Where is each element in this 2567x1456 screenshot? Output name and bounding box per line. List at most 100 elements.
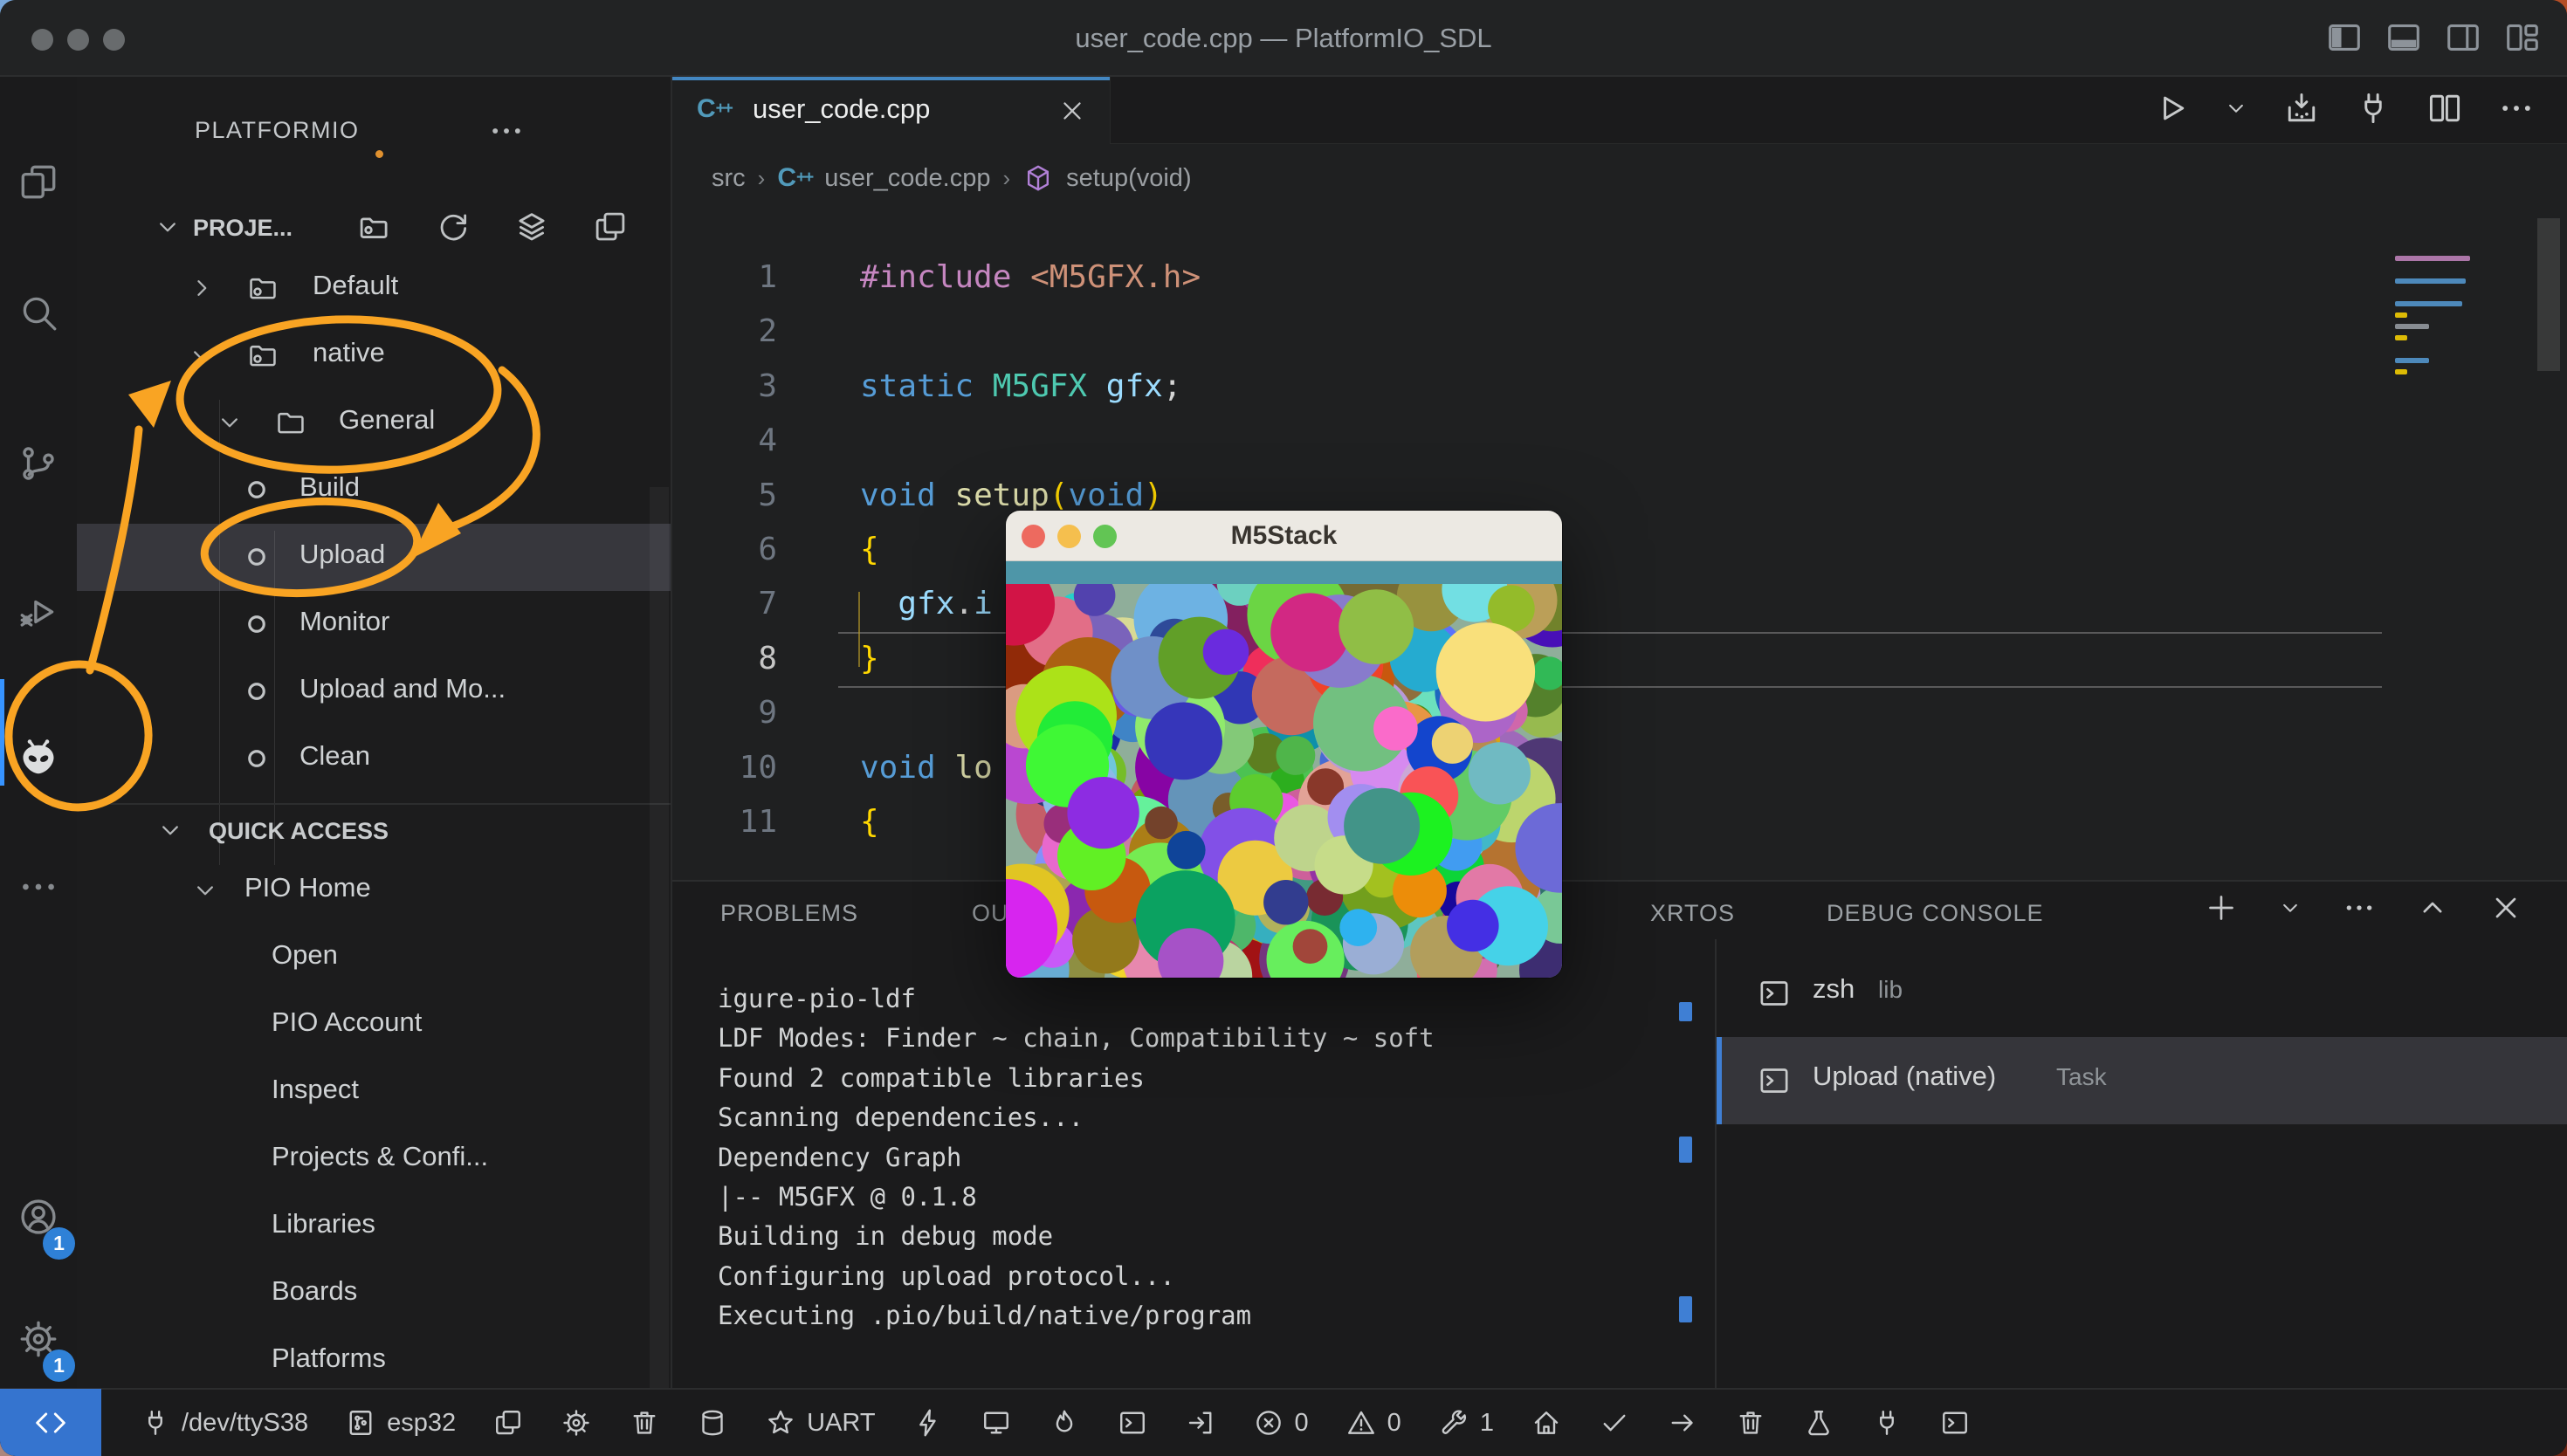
- activity-platformio[interactable]: [0, 711, 77, 807]
- status-beaker[interactable]: [1803, 1407, 1834, 1439]
- minimap-line: [2395, 324, 2429, 329]
- editor-scrollbar[interactable]: [2537, 218, 2560, 371]
- close-panel-button-icon[interactable]: [2488, 890, 2523, 925]
- terminal-decoration: [1679, 1137, 1692, 1163]
- panel-tab-problems[interactable]: PROBLEMS: [720, 892, 858, 934]
- more-h-panel-button-icon[interactable]: [2342, 890, 2377, 925]
- panel-tab-xrtos[interactable]: XRTOS: [1650, 892, 1735, 934]
- layout-grid-button[interactable]: [2502, 17, 2543, 58]
- quick-access-open[interactable]: Open: [77, 924, 671, 992]
- chev-down-button-icon[interactable]: [2223, 95, 2249, 121]
- layout-left-button[interactable]: [2324, 17, 2364, 58]
- activity-more-h[interactable]: [0, 839, 77, 935]
- tree-item-general[interactable]: General: [77, 389, 671, 457]
- chev-down-icon[interactable]: [153, 212, 182, 242]
- quick-access-inspect[interactable]: Inspect: [77, 1059, 671, 1126]
- status-plug-devttyS38[interactable]: /dev/ttyS38: [140, 1407, 308, 1439]
- status-trash[interactable]: [1735, 1407, 1766, 1439]
- m5stack-traffic-light[interactable]: [1093, 525, 1117, 548]
- line-number: 10: [672, 750, 777, 786]
- quick-access-section[interactable]: QUICK ACCESS: [77, 808, 671, 854]
- tree-item-native[interactable]: native: [77, 322, 671, 389]
- status-check[interactable]: [1599, 1407, 1630, 1439]
- activity-debug[interactable]: [0, 564, 77, 660]
- status-gear[interactable]: [561, 1407, 592, 1439]
- breadcrumb[interactable]: src›C++user_code.cpp›setup(void): [712, 154, 1192, 203]
- remote-indicator-button[interactable]: [0, 1389, 101, 1456]
- activity-scm[interactable]: [0, 416, 77, 512]
- run-button-icon[interactable]: [2151, 89, 2190, 127]
- status-board-esp32[interactable]: esp32: [345, 1407, 456, 1439]
- new-folder-icon[interactable]: [356, 209, 393, 245]
- tab-user-code-cpp[interactable]: C++ user_code.cpp: [672, 77, 1111, 144]
- activity-explorer[interactable]: [0, 134, 77, 230]
- chev-up-panel-button-icon[interactable]: [2415, 890, 2450, 925]
- quick-access-libraries[interactable]: Libraries: [77, 1193, 671, 1260]
- tree-item-default[interactable]: Default: [77, 255, 671, 322]
- chev-down-panel-button-icon[interactable]: [2277, 895, 2303, 921]
- layers-icon[interactable]: [513, 209, 550, 245]
- m5stack-titlebar[interactable]: M5Stack: [1006, 511, 1562, 561]
- debug-icon: [17, 590, 60, 634]
- tree-item-upload-and-mo-[interactable]: Upload and Mo...: [77, 658, 671, 725]
- layout-right-button[interactable]: [2443, 17, 2483, 58]
- status-home[interactable]: [1531, 1407, 1562, 1439]
- panel-tab-debug-console[interactable]: DEBUG CONSOLE: [1827, 892, 2044, 934]
- plug-button-icon[interactable]: [2354, 89, 2392, 127]
- breadcrumb-separator: ›: [758, 165, 766, 192]
- tree-item-upload[interactable]: Upload: [77, 524, 671, 591]
- activity-account[interactable]: 1: [0, 1169, 77, 1265]
- m5stack-traffic-light[interactable]: [1022, 525, 1045, 548]
- status-copy[interactable]: [492, 1407, 524, 1439]
- status-flame[interactable]: [1049, 1407, 1080, 1439]
- refresh-icon[interactable]: [435, 209, 471, 245]
- status-warn-0[interactable]: 0: [1345, 1407, 1401, 1439]
- status-err-0[interactable]: 0: [1253, 1407, 1309, 1439]
- status-monitor[interactable]: [981, 1407, 1012, 1439]
- quick-access-boards[interactable]: Boards: [77, 1260, 671, 1328]
- activity-gear[interactable]: 1: [0, 1291, 77, 1387]
- more-h-button-icon[interactable]: [2497, 89, 2536, 127]
- minimap[interactable]: [2388, 216, 2541, 513]
- status-arrow-r[interactable]: [1667, 1407, 1698, 1439]
- close-tab-icon[interactable]: [1057, 96, 1087, 126]
- breadcrumb-item[interactable]: setup(void): [1066, 164, 1191, 193]
- chev-down-icon[interactable]: [155, 815, 185, 845]
- sidebar-scrollbar[interactable]: [650, 487, 669, 1388]
- project-tasks-section[interactable]: PROJE...: [77, 205, 671, 251]
- status-bolt[interactable]: [912, 1407, 944, 1439]
- breadcrumb-item[interactable]: user_code.cpp: [824, 164, 990, 193]
- quick-access-pio-account[interactable]: PIO Account: [77, 992, 671, 1059]
- tree-item-monitor[interactable]: Monitor: [77, 591, 671, 658]
- breadcrumb-item[interactable]: src: [712, 164, 746, 193]
- status-star-UART[interactable]: UART: [765, 1407, 875, 1439]
- activity-search[interactable]: [0, 264, 77, 361]
- status-plug[interactable]: [1871, 1407, 1903, 1439]
- terminal-list-item[interactable]: Upload (native)Task: [1717, 1037, 2567, 1124]
- quick-access-pio-home[interactable]: PIO Home: [77, 857, 671, 924]
- m5stack-traffic-light[interactable]: [1057, 525, 1081, 548]
- quick-access-projects-confi-[interactable]: Projects & Confi...: [77, 1126, 671, 1193]
- terminal-output[interactable]: igure-pio-ldfLDF Modes: Finder ~ chain, …: [718, 979, 1435, 1336]
- layout-panel-button[interactable]: [2384, 17, 2424, 58]
- gear-icon: [561, 1407, 592, 1439]
- plus-panel-button-icon[interactable]: [2204, 890, 2239, 925]
- scm-icon: [17, 442, 60, 485]
- status-trash[interactable]: [629, 1407, 660, 1439]
- install-button-icon[interactable]: [2282, 89, 2321, 127]
- explorer-icon: [17, 161, 60, 204]
- status-term-box[interactable]: [1939, 1407, 1971, 1439]
- status-tools-1[interactable]: 1: [1438, 1407, 1494, 1439]
- status-signin[interactable]: [1185, 1407, 1216, 1439]
- terminal-list-item[interactable]: zshlib: [1717, 950, 2567, 1037]
- status-term-box[interactable]: [1117, 1407, 1148, 1439]
- m5stack-window[interactable]: M5Stack: [1006, 511, 1562, 978]
- tree-item-build[interactable]: Build: [77, 457, 671, 524]
- status-db[interactable]: [697, 1407, 728, 1439]
- quick-access-platforms[interactable]: Platforms: [77, 1328, 671, 1395]
- terminal-name: zsh: [1813, 973, 1855, 1005]
- sidebar-more-button[interactable]: [480, 112, 533, 150]
- split-button-icon[interactable]: [2426, 89, 2464, 127]
- tree-item-clean[interactable]: Clean: [77, 725, 671, 793]
- copy-icon[interactable]: [592, 209, 629, 245]
